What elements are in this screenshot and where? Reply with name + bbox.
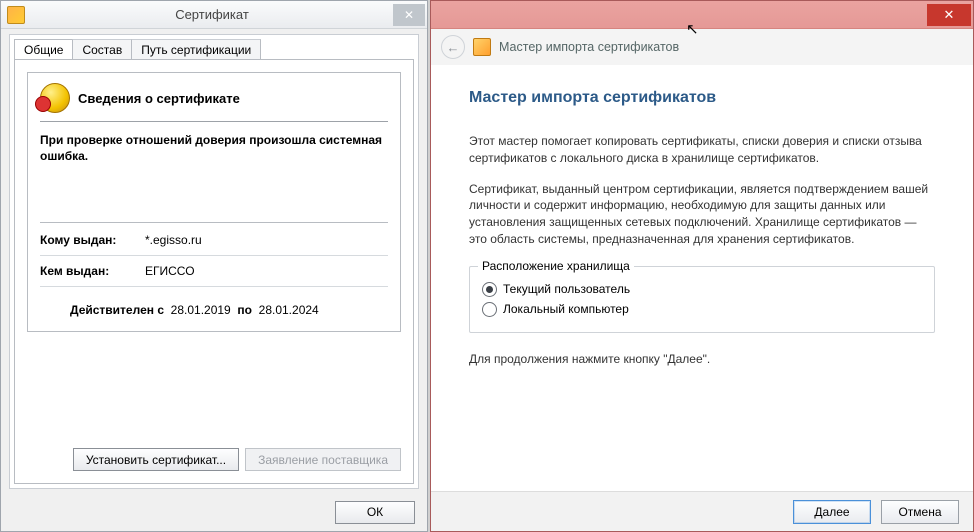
radio-icon (482, 302, 497, 317)
desktop: Сертификат ✕ Общие Состав Путь сертифика… (0, 0, 974, 532)
issued-by-value: ЕГИССО (145, 264, 195, 278)
cert-head: Сведения о сертификате (40, 83, 388, 113)
continue-hint: Для продолжения нажмите кнопку "Далее". (469, 351, 935, 368)
wizard-content: Мастер импорта сертификатов Этот мастер … (431, 65, 973, 489)
vendor-statement-button: Заявление поставщика (245, 448, 401, 471)
store-location-group: Расположение хранилища Текущий пользоват… (469, 266, 935, 333)
wizard-icon (473, 38, 491, 56)
certificate-app-icon (7, 6, 25, 24)
right-ribbon: ← Мастер импорта сертификатов (431, 29, 973, 66)
left-client-area: Общие Состав Путь сертификации Сведения … (9, 34, 419, 489)
cancel-button[interactable]: Отмена (881, 500, 959, 524)
divider (40, 286, 388, 287)
wizard-intro-2: Сертификат, выданный центром сертификаци… (469, 181, 935, 248)
divider (40, 121, 388, 122)
issued-by-label: Кем выдан: (40, 264, 145, 278)
cert-info-heading: Сведения о сертификате (78, 91, 240, 106)
wizard-footer: Далее Отмена (431, 491, 973, 531)
divider (40, 255, 388, 256)
certificate-window: Сертификат ✕ Общие Состав Путь сертифика… (0, 0, 428, 532)
issued-to-value: *.egisso.ru (145, 233, 202, 247)
left-footer: ОК (1, 493, 427, 531)
wizard-heading: Мастер импорта сертификатов (469, 89, 935, 107)
right-close-button[interactable]: ✕ (927, 4, 971, 26)
cert-error-message: При проверке отношений доверия произошла… (40, 132, 388, 164)
valid-from-label: Действителен с (70, 303, 164, 317)
issued-to-label: Кому выдан: (40, 233, 145, 247)
tab-certpath[interactable]: Путь сертификации (131, 39, 261, 60)
group-legend: Расположение хранилища (478, 259, 634, 273)
cert-action-buttons: Установить сертификат... Заявление поста… (73, 448, 401, 471)
radio-icon (482, 282, 497, 297)
valid-to-label: по (237, 303, 252, 317)
radio-local-machine[interactable]: Локальный компьютер (482, 302, 922, 317)
valid-to-value: 28.01.2024 (259, 303, 319, 317)
valid-from-value: 28.01.2019 (171, 303, 231, 317)
ok-button[interactable]: ОК (335, 501, 415, 524)
install-certificate-button[interactable]: Установить сертификат... (73, 448, 239, 471)
right-titlebar: ✕ (431, 1, 973, 29)
divider (40, 222, 388, 223)
left-titlebar: Сертификат ✕ (1, 1, 427, 29)
tab-details[interactable]: Состав (72, 39, 132, 60)
back-arrow-icon[interactable]: ← (441, 35, 465, 59)
radio-current-user[interactable]: Текущий пользователь (482, 282, 922, 297)
wizard-ribbon-title: Мастер импорта сертификатов (499, 40, 679, 54)
tab-general[interactable]: Общие (14, 39, 73, 60)
cert-info-box: Сведения о сертификате При проверке отно… (27, 72, 401, 332)
issued-to-row: Кому выдан: *.egisso.ru (40, 233, 388, 247)
tab-body: Сведения о сертификате При проверке отно… (14, 59, 414, 484)
validity-row: Действителен с 28.01.2019 по 28.01.2024 (70, 303, 388, 317)
issued-by-row: Кем выдан: ЕГИССО (40, 264, 388, 278)
left-title: Сертификат (31, 7, 393, 22)
next-button[interactable]: Далее (793, 500, 871, 524)
wizard-window: ✕ ← Мастер импорта сертификатов Мастер и… (430, 0, 974, 532)
radio-local-label: Локальный компьютер (503, 302, 629, 316)
tabs: Общие Состав Путь сертификации (10, 35, 418, 60)
wizard-intro-1: Этот мастер помогает копировать сертифик… (469, 133, 935, 167)
certificate-badge-icon (40, 83, 70, 113)
radio-current-label: Текущий пользователь (503, 282, 630, 296)
left-close-button[interactable]: ✕ (393, 4, 425, 26)
